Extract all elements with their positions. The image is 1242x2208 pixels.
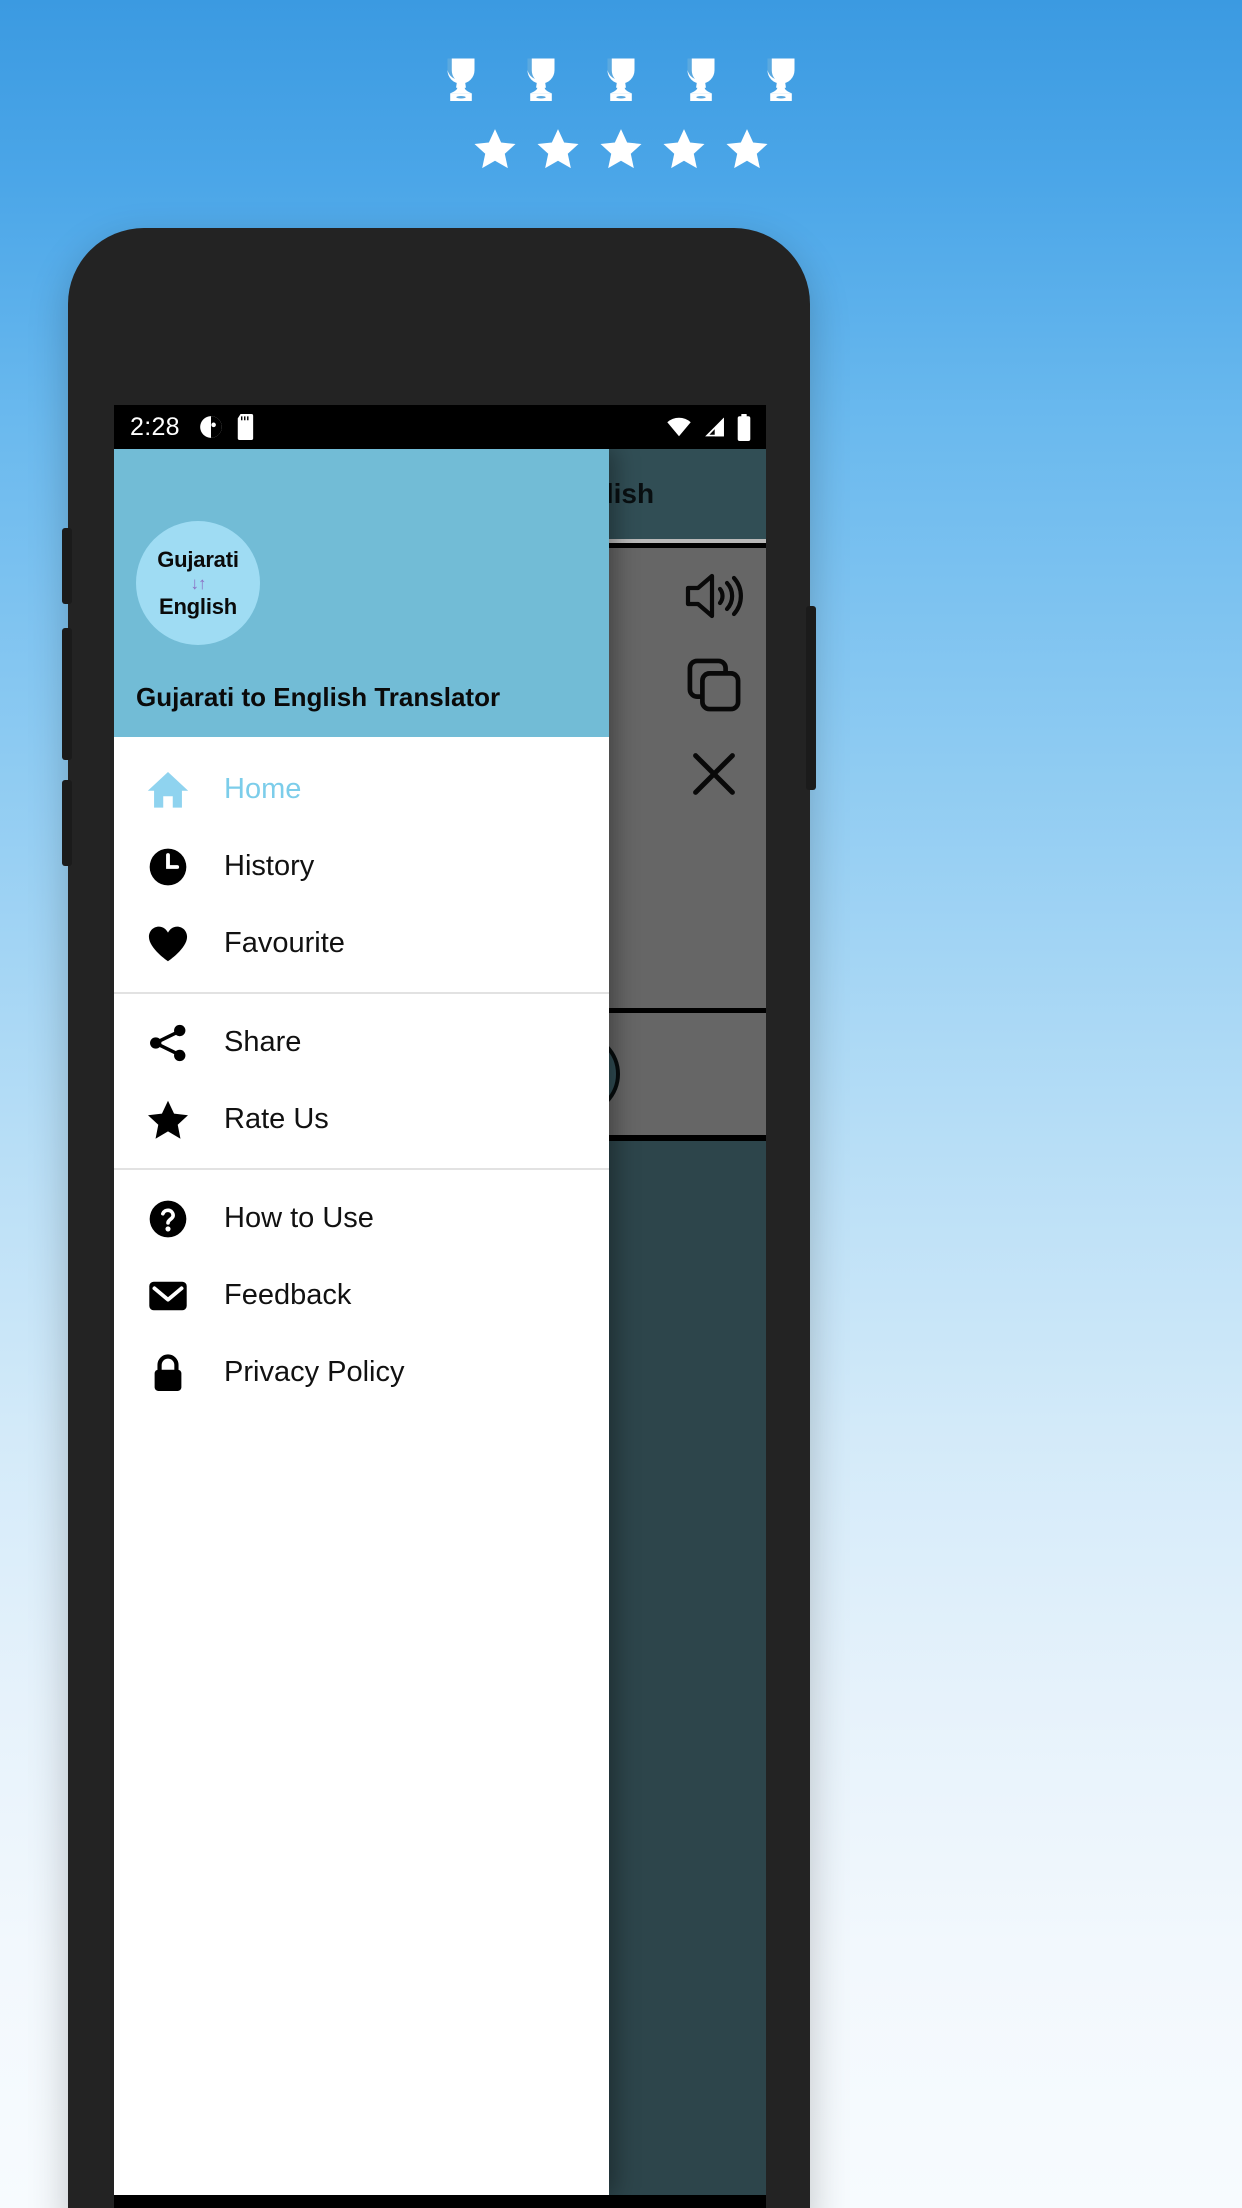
star-icon: [663, 129, 705, 169]
drawer-menu-group: Share Rate Us: [114, 992, 609, 1168]
status-bar-time: 2:28: [130, 412, 180, 441]
drawer-item-label: How to Use: [224, 1202, 374, 1234]
drawer-item-label: History: [224, 850, 315, 882]
wifi-icon: [667, 417, 691, 437]
drawer-menu-group: How to Use Feedback Privacy Policy: [114, 1168, 609, 1421]
history-clock-icon: [149, 848, 187, 885]
heart-icon: [146, 922, 190, 966]
star-row: [472, 126, 770, 172]
trophy-icon: [527, 58, 555, 102]
history-clock-icon: [146, 845, 190, 889]
drawer-menu-group: Home History Favourite: [114, 741, 609, 992]
trophy-icon: [447, 58, 475, 102]
status-bar: 2:28: [114, 405, 766, 449]
heart-icon: [148, 926, 188, 961]
cellular-signal-icon: [705, 417, 724, 437]
input-action-buttons: [684, 570, 744, 800]
drawer-item-rate-us[interactable]: Rate Us: [114, 1081, 609, 1158]
battery-icon: [737, 413, 751, 441]
drawer-item-favourite[interactable]: Favourite: [114, 905, 609, 982]
status-bar-left-icons: [198, 414, 256, 440]
star-icon: [600, 129, 642, 169]
drawer-item-label: Privacy Policy: [224, 1356, 405, 1388]
sd-card-icon: [237, 414, 254, 440]
home-icon: [146, 768, 190, 812]
drawer-item-label: Favourite: [224, 927, 345, 959]
volume-up-button[interactable]: [62, 528, 72, 604]
drawer-header: Gujarati ↓↑ English Gujarati to English …: [114, 449, 609, 737]
help-icon: [146, 1197, 190, 1241]
share-icon: [150, 1024, 186, 1061]
drawer-item-share[interactable]: Share: [114, 1004, 609, 1081]
status-bar-right-icons: [665, 413, 752, 441]
star-icon: [474, 129, 516, 169]
trophy-icon: [687, 58, 715, 102]
speaker-icon[interactable]: [684, 570, 744, 622]
navigation-drawer: Gujarati ↓↑ English Gujarati to English …: [114, 449, 609, 2195]
star-icon: [146, 1098, 190, 1142]
swap-arrows-icon: ↓↑: [190, 573, 207, 593]
drawer-app-title: Gujarati to English Translator: [136, 682, 501, 712]
power-button[interactable]: [806, 606, 816, 790]
trophy-row: [434, 52, 808, 110]
mute-button[interactable]: [62, 780, 72, 866]
phone-screen: 2:28 Gujarati ↓↑ English Gujarati to Eng…: [114, 405, 766, 2195]
drawer-item-how-to-use[interactable]: How to Use: [114, 1180, 609, 1257]
drawer-item-home[interactable]: Home: [114, 751, 609, 828]
logo-source-language: Gujarati: [157, 546, 239, 572]
promo-badges: [0, 52, 1242, 172]
drawer-item-history[interactable]: History: [114, 828, 609, 905]
trophy-icon: [607, 58, 635, 102]
drawer-menu: Home History Favourite Share Rate Us How to U…: [114, 737, 609, 2195]
drawer-item-label: Rate Us: [224, 1103, 329, 1135]
lock-icon: [154, 1353, 182, 1391]
clear-icon[interactable]: [688, 748, 740, 800]
star-icon: [148, 1100, 188, 1139]
volume-down-button[interactable]: [62, 628, 72, 760]
mail-icon: [146, 1274, 190, 1318]
phone-mockup: 2:28 Gujarati ↓↑ English Gujarati to Eng…: [62, 228, 816, 2208]
drawer-item-label: Share: [224, 1026, 302, 1058]
app-logo: Gujarati ↓↑ English: [136, 521, 260, 645]
help-icon: [149, 1200, 187, 1237]
promo-page: 2:28 Gujarati ↓↑ English Gujarati to Eng…: [0, 0, 1242, 2208]
do-not-disturb-icon: [200, 416, 222, 438]
copy-icon[interactable]: [685, 656, 743, 714]
android-navigation-bar: [114, 2195, 766, 2208]
logo-target-language: English: [158, 593, 238, 619]
app-body: Gujarati English Type here or speak in G…: [114, 449, 766, 2195]
drawer-item-feedback[interactable]: Feedback: [114, 1257, 609, 1334]
drawer-item-label: Feedback: [224, 1279, 352, 1311]
lock-icon: [146, 1351, 190, 1395]
drawer-item-label: Home: [224, 773, 302, 805]
star-icon: [726, 129, 768, 169]
star-icon: [537, 129, 579, 169]
home-icon: [147, 771, 189, 808]
drawer-item-privacy-policy[interactable]: Privacy Policy: [114, 1334, 609, 1411]
share-icon: [146, 1021, 190, 1065]
trophy-icon: [767, 58, 795, 102]
mail-icon: [149, 1281, 187, 1310]
